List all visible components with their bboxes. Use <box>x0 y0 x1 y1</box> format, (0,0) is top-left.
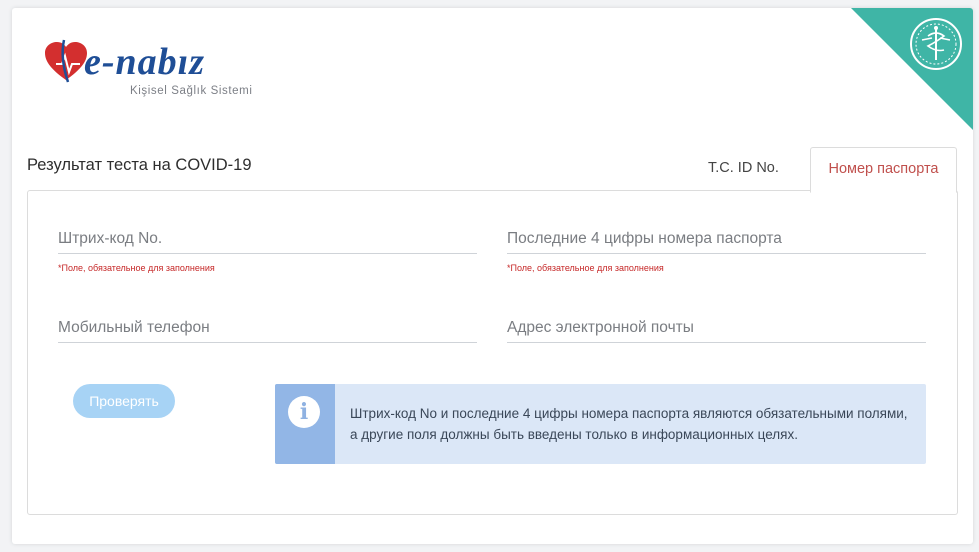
page-title: Результат теста на COVID-19 <box>27 156 252 174</box>
info-alert-text: Штрих-код No и последние 4 цифры номера … <box>350 406 908 442</box>
logo-prefix: e- <box>84 41 116 83</box>
info-alert-sidebar: i <box>275 384 335 464</box>
enabiz-logo: e-nabız Kişisel Sağlık Sistemi <box>42 34 272 108</box>
check-button[interactable]: Проверять <box>73 384 175 418</box>
logo-main: nabız <box>115 41 206 83</box>
logo-subtitle: Kişisel Sağlık Sistemi <box>130 85 253 97</box>
email-input[interactable] <box>507 314 926 343</box>
barcode-required-note: *Поле, обязательное для заполнения <box>58 263 215 273</box>
mobile-phone-input[interactable] <box>58 314 477 343</box>
passport-last4-required-note: *Поле, обязательное для заполнения <box>507 263 664 273</box>
tab-tc-id[interactable]: T.C. ID No. <box>708 160 779 176</box>
tab-passport-number[interactable]: Номер паспорта <box>810 147 957 193</box>
info-alert: i Штрих-код No и последние 4 цифры номер… <box>275 384 926 464</box>
passport-last4-input[interactable] <box>507 225 926 254</box>
heart-logo-icon <box>45 39 87 83</box>
passport-form-panel: *Поле, обязательное для заполнения *Поле… <box>27 190 958 515</box>
logo-wordmark: e-nabız <box>84 40 205 84</box>
info-icon: i <box>288 396 320 428</box>
ministry-emblem-icon <box>910 18 962 70</box>
main-card: e-nabız Kişisel Sağlık Sistemi Результат… <box>12 8 973 544</box>
barcode-input[interactable] <box>58 225 477 254</box>
